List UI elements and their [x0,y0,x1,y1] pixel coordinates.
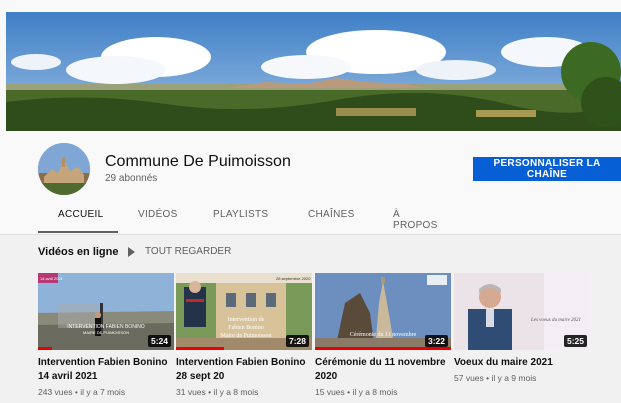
video-card[interactable]: 28 septembre 2020 Intervention de Fabien… [176,273,312,397]
video-title[interactable]: Intervention Fabien Bonino 14 avril 2021 [38,356,174,384]
video-thumbnail[interactable]: Les voeux du maire 2021 5:25 [454,273,590,350]
channel-avatar[interactable] [38,143,90,195]
video-card[interactable]: Cérémonie du 11 novembre 3:22 Cérémonie … [315,273,451,397]
tab-playlists[interactable]: PLAYLISTS [193,203,288,233]
play-all-label: TOUT REGARDER [145,246,232,257]
play-icon [128,246,135,257]
thumb-caption: MAIRE DE PUIMOISSON [83,330,129,335]
video-duration: 5:25 [563,335,587,347]
video-title-line: 2020 [315,371,338,382]
thumb-caption: Fabien Bonino [228,325,264,331]
play-all-button[interactable]: TOUT REGARDER [128,246,231,257]
video-title-line: Intervention Fabien Bonino [176,357,306,368]
video-title-line: Voeux du maire 2021 [454,357,553,368]
video-title[interactable]: Cérémonie du 11 novembre 2020 [315,356,451,384]
video-thumbnail[interactable]: 14 avril 2021 INTERVENTION FABIEN BONINO… [38,273,174,350]
thumb-caption: Cérémonie du 11 novembre [350,332,417,338]
thumb-caption: Intervention de [228,317,265,323]
watch-progress-bar [38,347,52,350]
video-metadata: 15 vues • il y a 8 mois [315,387,398,397]
channel-tabs: ACCUEIL VIDÉOS PLAYLISTS CHAÎNES À PROPO… [38,203,463,233]
video-duration: 3:22 [424,335,448,347]
tab-videos[interactable]: VIDÉOS [118,203,193,233]
channel-banner [6,12,621,131]
video-title-line: Intervention Fabien Bonino [38,357,168,368]
tab-about[interactable]: À PROPOS [373,203,463,233]
video-metadata: 31 vues • il y a 8 mois [176,387,259,397]
thumb-corner-text: 14 avril 2021 [40,276,64,281]
home-content: Vidéos en ligne TOUT REGARDER 14 avril 2… [0,235,621,403]
video-title-line: 28 sept 20 [176,371,225,382]
video-card[interactable]: 14 avril 2021 INTERVENTION FABIEN BONINO… [38,273,174,397]
video-metadata: 243 vues • il y a 7 mois [38,387,126,397]
watch-progress-bar [315,347,451,350]
video-title-line: 14 avril 2021 [38,371,98,382]
thumb-caption: Les voeux du maire 2021 [530,318,581,323]
section-title[interactable]: Vidéos en ligne [38,246,119,258]
video-card[interactable]: Les voeux du maire 2021 5:25 Voeux du ma… [454,273,590,383]
video-title[interactable]: Voeux du maire 2021 [454,356,590,370]
thumb-corner-text: 28 septembre 2020 [276,276,311,281]
video-duration: 5:24 [147,335,171,347]
video-title-line: Cérémonie du 11 novembre [315,357,446,368]
video-thumbnail[interactable]: 28 septembre 2020 Intervention de Fabien… [176,273,312,350]
video-title[interactable]: Intervention Fabien Bonino 28 sept 20 [176,356,312,384]
customize-channel-button[interactable]: PERSONNALISER LA CHAÎNE [473,157,621,181]
video-thumbnail[interactable]: Cérémonie du 11 novembre 3:22 [315,273,451,350]
tab-channels[interactable]: CHAÎNES [288,203,373,233]
tab-home[interactable]: ACCUEIL [38,203,118,233]
video-duration: 7:28 [285,335,309,347]
watch-progress-bar [176,347,224,350]
channel-name: Commune De Puimoisson [105,153,291,170]
thumb-caption: Maire de Puimoisson [221,333,272,339]
channel-header: Commune De Puimoisson 29 abonnés PERSONN… [0,131,621,234]
subscriber-count: 29 abonnés [105,173,158,184]
video-metadata: 57 vues • il y a 9 mois [454,373,537,383]
